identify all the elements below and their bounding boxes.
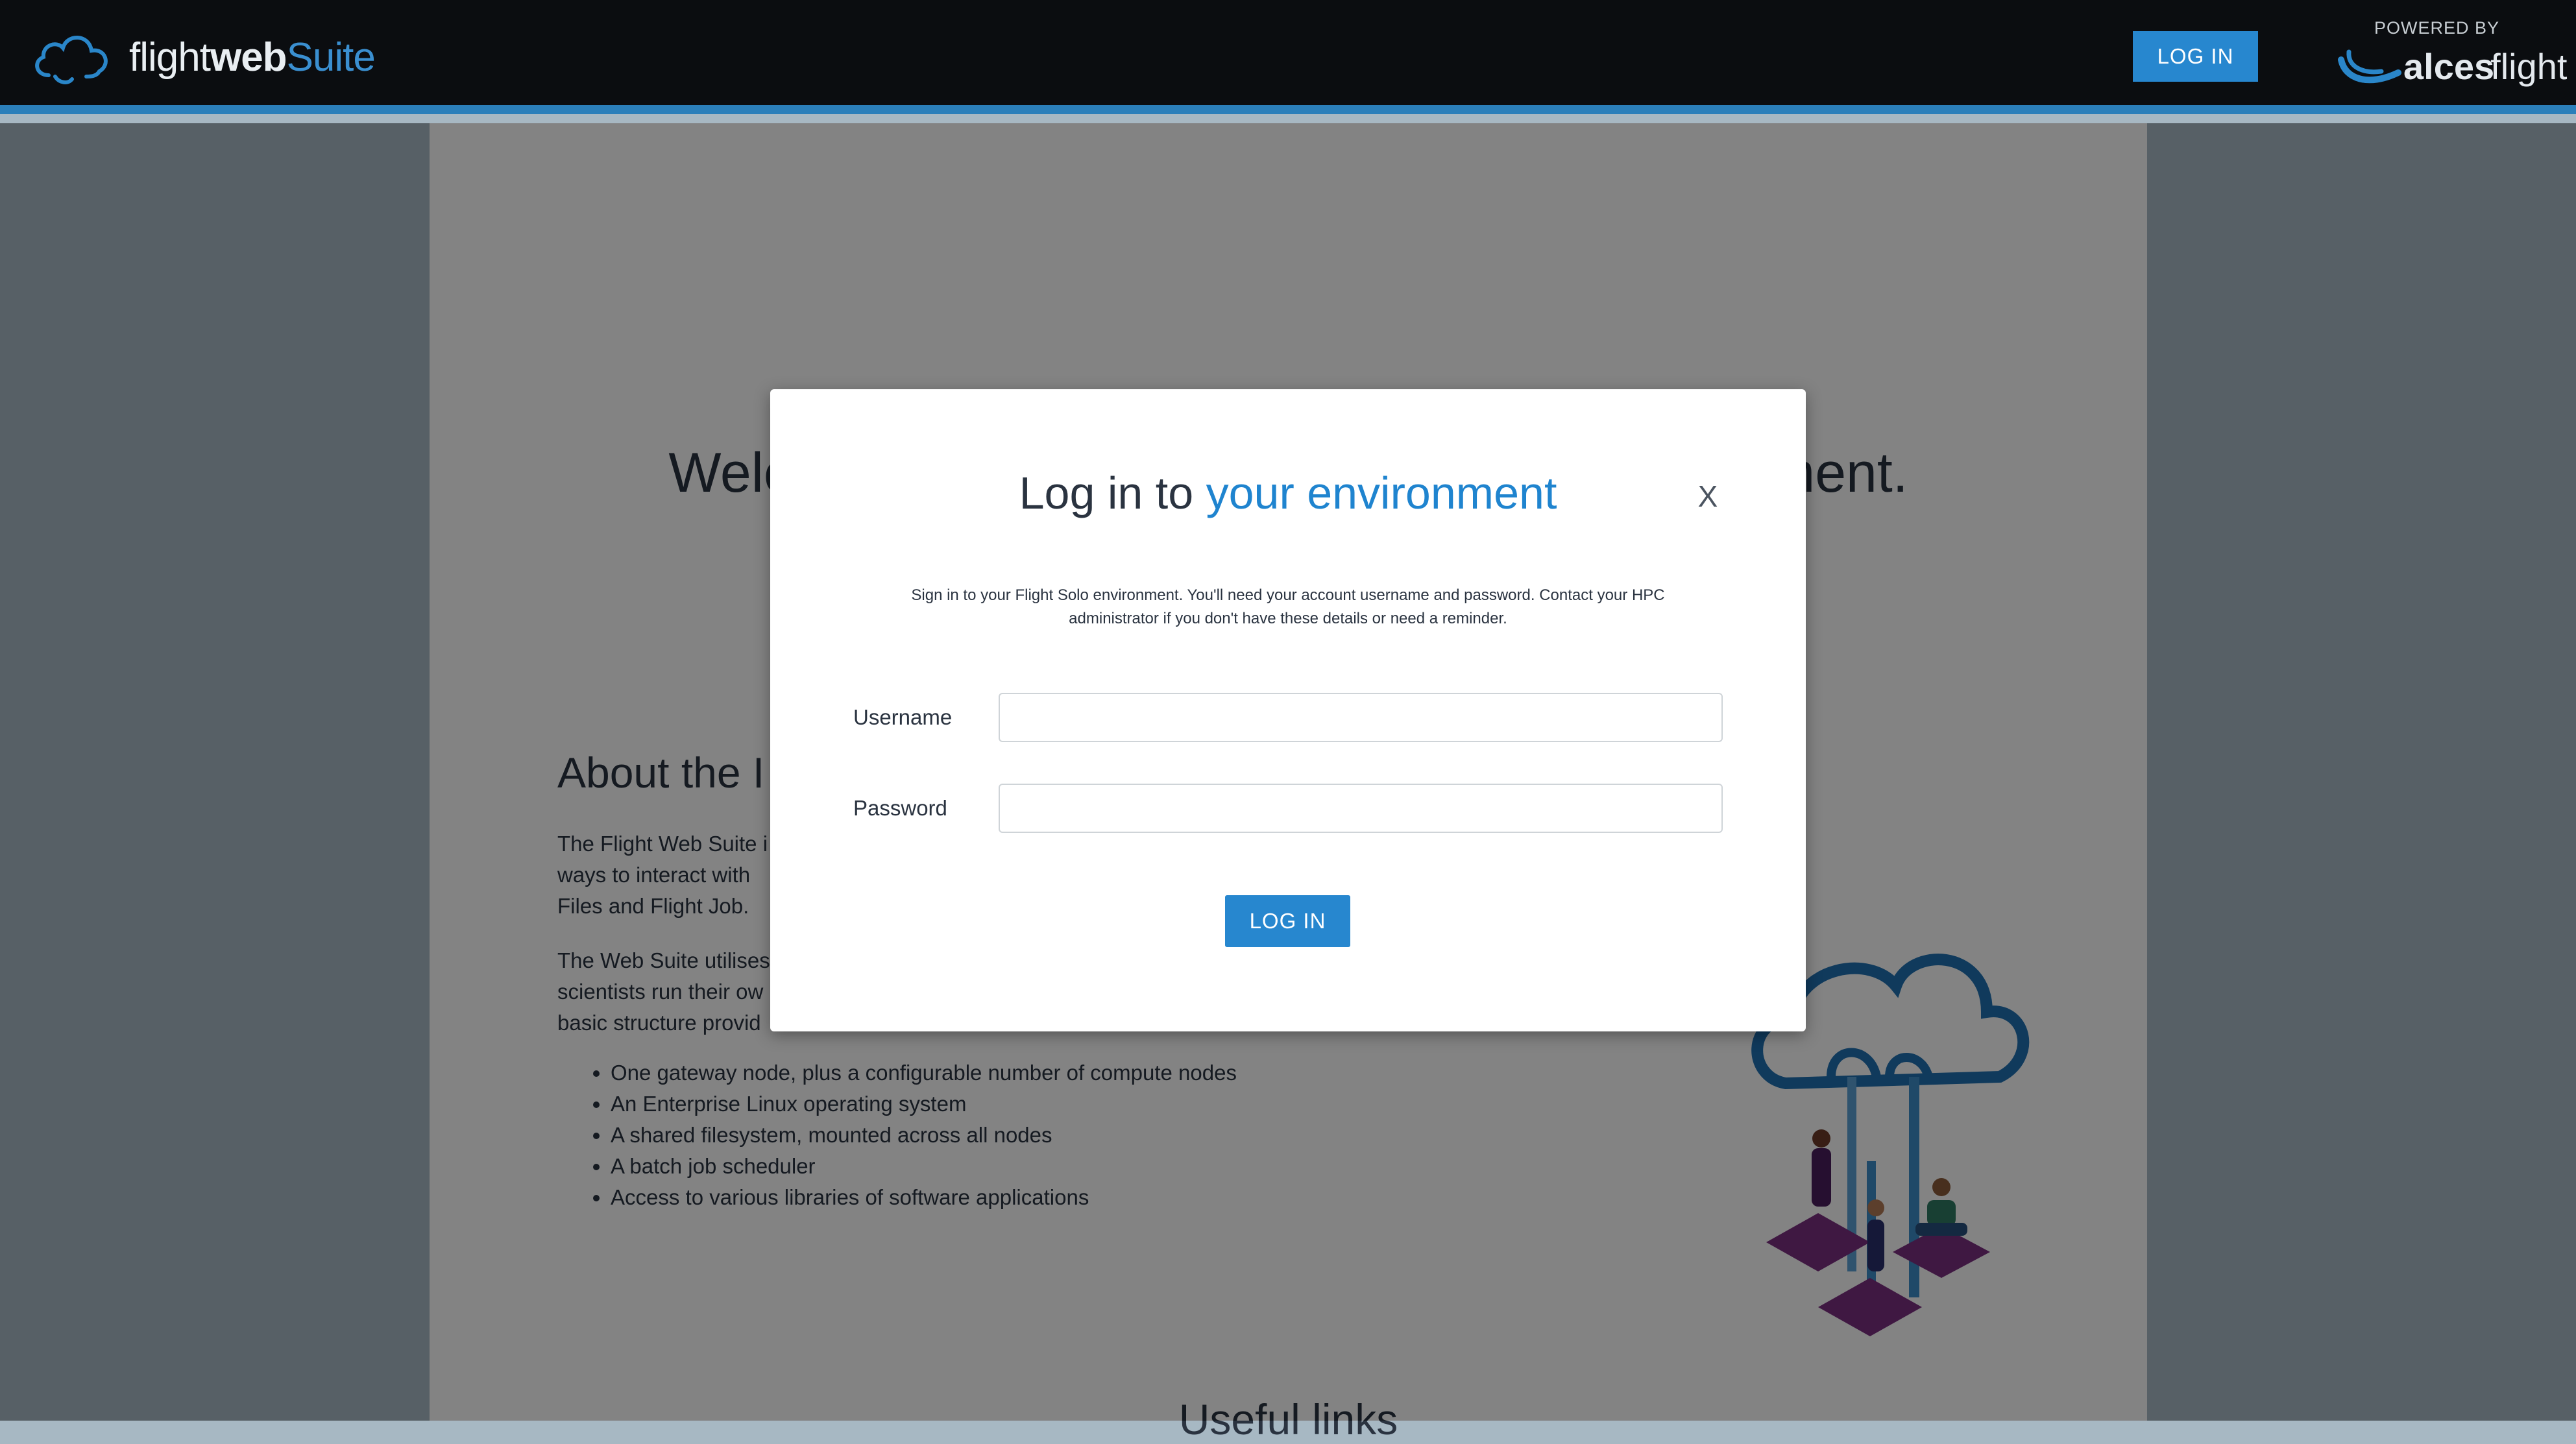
password-label: Password [853, 796, 947, 820]
powered-by: POWERED BY alcesflight [2336, 18, 2567, 96]
alcesflight-swoosh-icon [2338, 49, 2401, 84]
cloud-logo-icon [35, 36, 108, 84]
alcesflight-logo[interactable]: alcesflight [2336, 40, 2567, 92]
powered-by-label: POWERED BY [2374, 18, 2499, 38]
login-submit-button[interactable]: LOG IN [1225, 895, 1350, 947]
username-input[interactable] [999, 693, 1723, 742]
alcesflight-wordmark: alcesflight [2403, 45, 2568, 87]
brand-name: flightwebSuite [129, 34, 376, 80]
password-input[interactable] [999, 784, 1723, 833]
navbar-login-button[interactable]: LOG IN [2133, 31, 2258, 82]
brand-logo[interactable]: flightwebSuite [29, 25, 376, 90]
modal-title: Log in to your environment [1019, 468, 1557, 518]
close-button[interactable]: X [1685, 474, 1731, 519]
login-modal: Log in to your environment X Sign in to … [770, 389, 1806, 1031]
top-navbar: flightwebSuite LOG IN POWERED BY alcesfl… [0, 0, 2576, 114]
modal-description: Sign in to your Flight Solo environment.… [911, 586, 1665, 627]
username-label: Username [853, 705, 953, 729]
